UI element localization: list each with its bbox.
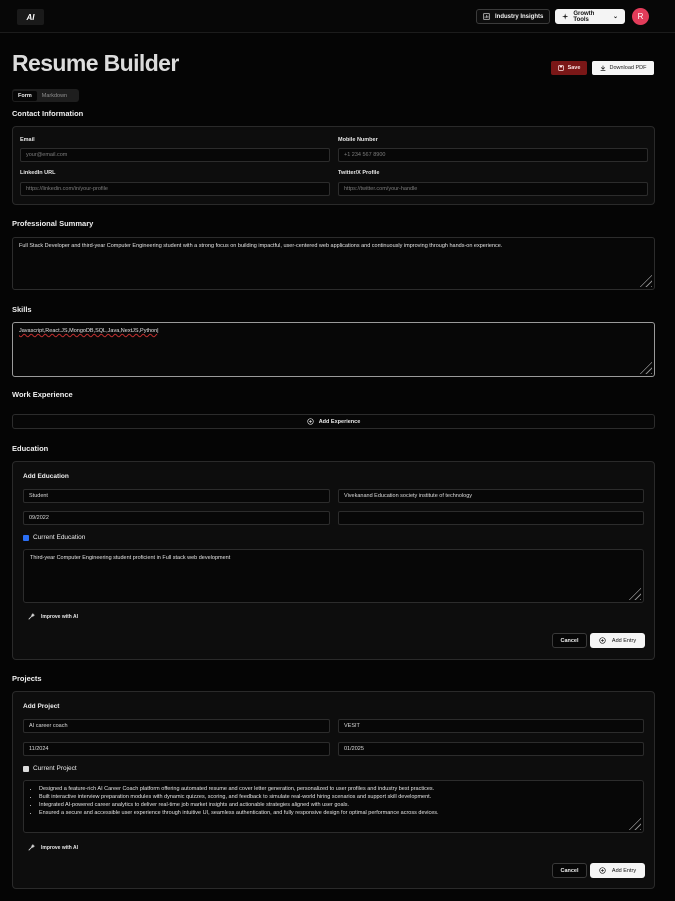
chevron-down-icon: ⌄ [612, 14, 618, 20]
avatar-initial: R [637, 12, 644, 21]
industry-insights-button[interactable]: Industry Insights [476, 9, 551, 24]
twitter-field[interactable]: https://twitter.com/your-handle [338, 182, 648, 196]
add-experience-button[interactable]: Add Experience [12, 414, 655, 429]
education-end-date-field[interactable] [338, 511, 644, 525]
project-cancel-button[interactable]: Cancel [552, 863, 587, 878]
tab-markdown[interactable]: Markdown [37, 91, 72, 101]
summary-section-title: Professional Summary [12, 219, 94, 228]
plus-circle-icon [599, 637, 606, 644]
list-item: Ensured a secure and accessible user exp… [39, 810, 637, 817]
industry-insights-label: Industry Insights [495, 13, 544, 20]
tab-form[interactable]: Form [13, 90, 37, 101]
projects-section-title: Projects [12, 674, 42, 683]
contact-card: Email your@email.com Mobile Number +1 23… [12, 126, 655, 205]
page-title: Resume Builder [12, 50, 179, 76]
download-pdf-button[interactable]: Download PDF [592, 61, 654, 75]
resize-handle[interactable] [638, 273, 652, 287]
summary-text: Full Stack Developer and third-year Comp… [19, 243, 503, 249]
text-cursor: | [157, 328, 159, 334]
add-experience-label: Add Experience [318, 418, 361, 425]
app-logo[interactable]: AI [17, 9, 44, 25]
improve-label: Improve with AI [41, 613, 79, 620]
resize-handle[interactable] [638, 360, 652, 374]
add-education-title: Add Education [23, 473, 69, 480]
growth-tools-button[interactable]: Growth Tools ⌄ [555, 9, 625, 24]
add-entry-label: Add Entry [611, 867, 637, 874]
current-project-label: Current Project [33, 765, 77, 772]
email-field[interactable]: your@email.com [20, 148, 330, 162]
project-title-field[interactable]: AI career coach [23, 719, 330, 733]
project-description-textarea[interactable]: Designed a feature-rich AI Career Coach … [23, 780, 644, 833]
education-description-text: Third-year Computer Engineering student … [30, 555, 231, 561]
project-end-date-field[interactable]: 01/2025 [338, 742, 644, 756]
skills-text: Javascript,React.JS,MongoDB,SQL,Java,Nex… [19, 328, 158, 334]
project-bullet-list: Designed a feature-rich AI Career Coach … [30, 786, 637, 817]
project-start-date-field[interactable]: 11/2024 [23, 742, 330, 756]
list-item: Integrated AI-powered career analytics t… [39, 802, 637, 809]
project-org-field[interactable]: VESIT [338, 719, 644, 733]
education-start-date-field[interactable]: 09/2022 [23, 511, 330, 525]
add-entry-label: Add Entry [611, 637, 637, 644]
improve-label: Improve with AI [41, 844, 79, 851]
education-card: Add Education Student Vivekanand Educati… [12, 461, 655, 660]
growth-tools-label: Growth Tools [573, 10, 595, 23]
current-project-checkbox[interactable] [23, 765, 29, 772]
current-education-checkbox-row[interactable]: Current Education [23, 534, 85, 541]
mobile-field[interactable]: +1 234 567 8900 [338, 148, 648, 162]
education-title-field[interactable]: Student [23, 489, 330, 503]
twitter-label: Twitter/X Profile [338, 170, 380, 176]
work-section-title: Work Experience [12, 390, 73, 399]
email-label: Email [20, 137, 35, 143]
projects-card: Add Project AI career coach VESIT 11/202… [12, 691, 655, 889]
linkedin-field[interactable]: https://linkedin.com/in/your-profile [20, 182, 330, 196]
contact-section-title: Contact Information [12, 109, 84, 118]
wand-icon [28, 844, 35, 851]
project-add-entry-button[interactable]: Add Entry [590, 863, 645, 878]
save-button[interactable]: Save [551, 61, 587, 75]
download-icon [600, 65, 605, 71]
skills-section-title: Skills [12, 305, 32, 314]
save-label: Save [567, 65, 581, 71]
sparkle-icon [562, 13, 569, 20]
logo-text: AI [26, 12, 35, 22]
current-education-label: Current Education [33, 534, 86, 541]
resize-handle[interactable] [627, 816, 641, 830]
list-item: Built interactive interview preparation … [39, 794, 637, 801]
plus-circle-icon [307, 418, 314, 425]
save-icon [557, 65, 564, 71]
resize-handle[interactable] [627, 586, 641, 600]
linkedin-label: LinkedIn URL [20, 170, 56, 176]
education-improve-ai-button[interactable]: Improve with AI [28, 613, 78, 620]
education-description-textarea[interactable]: Third-year Computer Engineering student … [23, 549, 644, 603]
download-label: Download PDF [609, 65, 647, 71]
education-cancel-button[interactable]: Cancel [552, 633, 587, 648]
education-section-title: Education [12, 444, 49, 453]
list-item: Designed a feature-rich AI Career Coach … [39, 786, 637, 793]
mode-tabs: Form Markdown [12, 89, 79, 102]
plus-circle-icon [599, 867, 606, 874]
current-education-checkbox[interactable] [23, 534, 29, 541]
summary-textarea[interactable]: Full Stack Developer and third-year Comp… [12, 237, 655, 290]
wand-icon [28, 613, 35, 620]
mobile-label: Mobile Number [338, 137, 378, 143]
avatar[interactable]: R [632, 8, 649, 25]
project-improve-ai-button[interactable]: Improve with AI [28, 844, 78, 851]
education-add-entry-button[interactable]: Add Entry [590, 633, 645, 648]
add-project-title: Add Project [23, 703, 60, 710]
skills-textarea[interactable]: Javascript,React.JS,MongoDB,SQL,Java,Nex… [12, 322, 655, 377]
top-navbar: AI Industry Insights Growth Tools ⌄ R [0, 0, 675, 33]
education-org-field[interactable]: Vivekanand Education society institute o… [338, 489, 644, 503]
current-project-checkbox-row[interactable]: Current Project [23, 765, 77, 772]
chart-icon [483, 13, 490, 20]
